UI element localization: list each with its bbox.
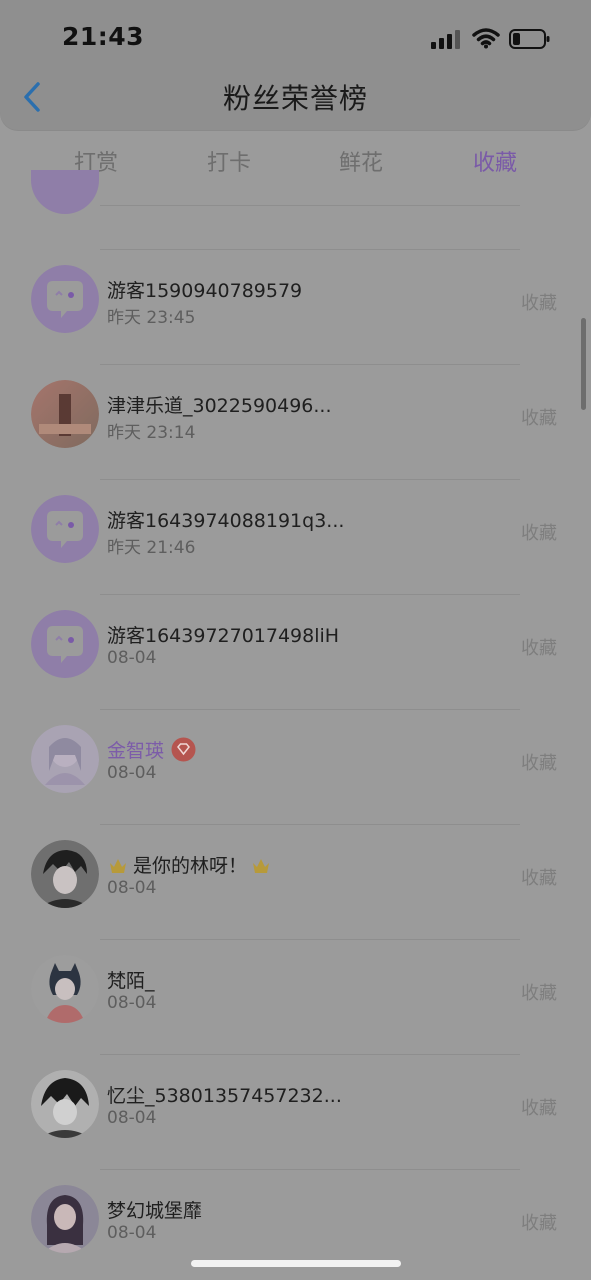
list-item[interactable]: 游客1590940789579 昨天 23:45 收藏 (0, 241, 591, 356)
fan-name: 游客1643974088191q3... (107, 510, 345, 532)
fan-name: 梵陌_ (107, 970, 155, 992)
avatar[interactable] (31, 495, 99, 563)
avatar[interactable] (31, 840, 99, 908)
list-item[interactable]: 忆尘_53801357457232... 08-04 收藏 (0, 1046, 591, 1161)
tab-checkin[interactable]: 打卡 (207, 145, 251, 177)
list-item[interactable]: 津津乐道_3022590496... 昨天 23:14 收藏 (0, 356, 591, 471)
cellular-signal-icon (431, 30, 460, 49)
list-item[interactable]: 梦幻城堡靡 08-04 收藏 (0, 1161, 591, 1276)
avatar[interactable] (31, 955, 99, 1023)
fan-time: 昨天 21:46 (107, 538, 196, 558)
favorite-action[interactable]: 收藏 (521, 289, 557, 315)
favorite-action[interactable]: 收藏 (521, 404, 557, 430)
avatar[interactable] (31, 170, 99, 214)
list-item[interactable]: 是你的林呀！ 08-04 收藏 (0, 816, 591, 931)
fan-time: 08-04 (107, 878, 157, 898)
chat-bubble-icon (31, 265, 99, 333)
fan-name: 是你的林呀！ (133, 855, 248, 877)
avatar[interactable] (31, 1185, 99, 1253)
fan-name: 梦幻城堡靡 (107, 1200, 203, 1222)
favorite-action[interactable]: 收藏 (521, 864, 557, 890)
status-time: 21:43 (62, 22, 145, 51)
fan-name: 金智瑛 (107, 740, 165, 762)
chat-bubble-icon (31, 495, 99, 563)
favorite-action[interactable]: 收藏 (521, 634, 557, 660)
fan-time: 昨天 23:14 (107, 423, 196, 443)
nav-header: 粉丝荣誉榜 (0, 55, 591, 130)
page-title: 粉丝荣誉榜 (222, 82, 368, 115)
tab-flowers[interactable]: 鲜花 (339, 145, 383, 177)
fan-time: 08-04 (107, 763, 157, 783)
favorite-action[interactable]: 收藏 (521, 749, 557, 775)
fan-name: 津津乐道_3022590496... (107, 395, 332, 417)
fan-name: 忆尘_53801357457232... (107, 1085, 342, 1107)
avatar[interactable] (31, 610, 99, 678)
battery-icon (509, 29, 550, 49)
avatar[interactable] (31, 380, 99, 448)
fan-name: 游客1590940789579 (107, 280, 303, 302)
crown-icon (253, 859, 269, 873)
chat-bubble-icon (31, 610, 99, 678)
wifi-icon (472, 28, 500, 49)
tab-favorites[interactable]: 收藏 (473, 145, 517, 177)
list-item[interactable]: 梵陌_ 08-04 收藏 (0, 931, 591, 1046)
fan-time: 昨天 23:45 (107, 308, 196, 328)
crown-icon (110, 859, 126, 873)
fan-name: 游客16439727017498liH (107, 625, 340, 647)
avatar[interactable] (31, 725, 99, 793)
list-item[interactable]: 金智瑛 08-04 收藏 (0, 701, 591, 816)
scrollbar[interactable] (581, 318, 586, 410)
favorite-action[interactable]: 收藏 (521, 519, 557, 545)
status-bar: 21:43 (0, 0, 591, 60)
home-indicator[interactable] (191, 1260, 401, 1267)
avatar[interactable] (31, 265, 99, 333)
fan-time: 08-04 (107, 648, 157, 668)
favorite-action[interactable]: 收藏 (521, 1094, 557, 1120)
favorite-action[interactable]: 收藏 (521, 1209, 557, 1235)
favorite-action[interactable]: 收藏 (521, 979, 557, 1005)
fan-time: 08-04 (107, 1223, 157, 1243)
diamond-badge-icon (171, 737, 196, 762)
avatar[interactable] (31, 1070, 99, 1138)
fan-time: 08-04 (107, 993, 157, 1013)
list-item[interactable]: 游客1643974088191q3... 昨天 21:46 收藏 (0, 471, 591, 586)
divider (100, 205, 520, 206)
list-item[interactable]: 游客16439727017498liH 08-04 收藏 (0, 586, 591, 701)
fan-time: 08-04 (107, 1108, 157, 1128)
